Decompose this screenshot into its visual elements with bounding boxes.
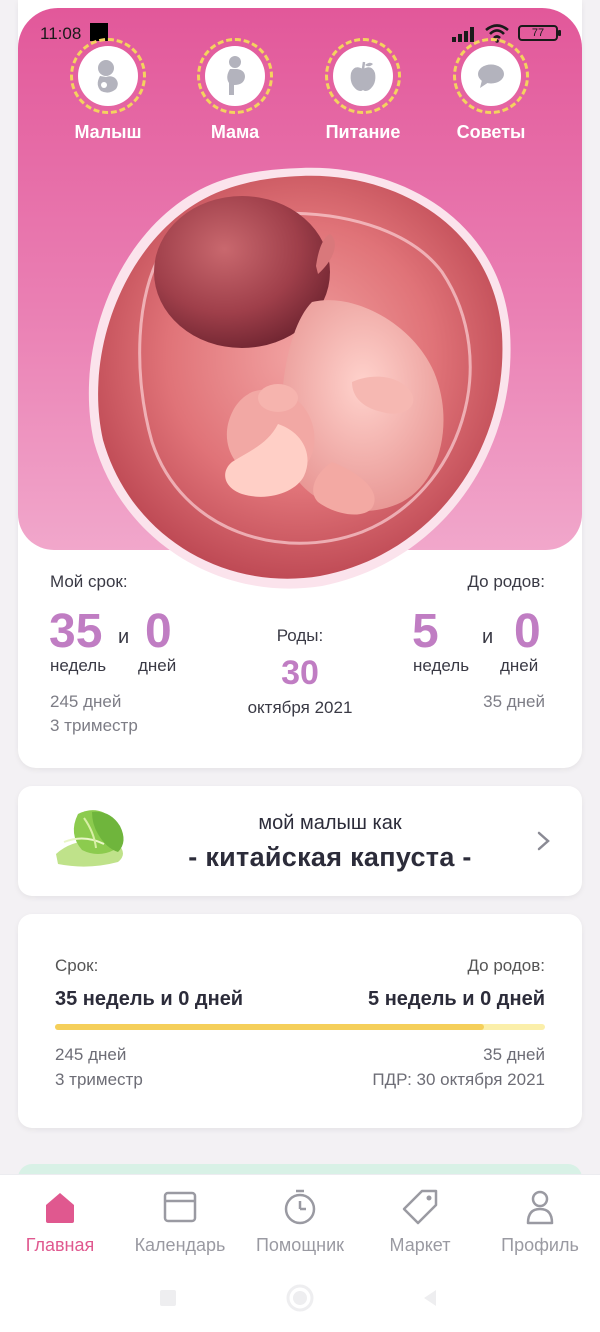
timer-icon	[284, 1189, 316, 1225]
tab-label: Помощник	[255, 1235, 344, 1255]
fetus-illustration	[82, 162, 520, 594]
pregnancy-progress-bar	[55, 1024, 545, 1030]
due-date: ПДР: 30 октября 2021	[372, 1070, 545, 1089]
top-nav-label: Малыш	[74, 122, 142, 142]
back-icon[interactable]	[420, 1288, 440, 1308]
tab-label: Календарь	[134, 1235, 226, 1255]
baby-icon	[97, 60, 118, 93]
term-label: Срок:	[55, 956, 99, 975]
top-nav-label: Мама	[210, 122, 260, 142]
size-comparison-prefix: мой малыш как	[258, 812, 402, 834]
profile-icon	[526, 1190, 554, 1225]
tab-home[interactable]: Главная	[0, 1187, 120, 1256]
recent-apps-icon[interactable]	[158, 1288, 178, 1308]
calendar-icon	[163, 1191, 197, 1223]
progress-trimester: 3 триместр	[55, 1070, 143, 1089]
chat-bubble-icon	[478, 64, 504, 88]
top-nav-baby[interactable]: Малыш	[48, 38, 168, 143]
pregnancy-progress-card: Срок: 35 недель и 0 дней До родов: 5 нед…	[18, 914, 582, 1128]
bottom-tab-bar: Главная Календарь Помощник Маркет Профил…	[0, 1174, 600, 1270]
top-nav-label: Питание	[325, 122, 401, 142]
left-days-number: 0	[514, 605, 541, 658]
home-button-icon[interactable]	[286, 1284, 314, 1312]
top-nav-label: Советы	[456, 122, 526, 142]
tab-profile[interactable]: Профиль	[480, 1187, 600, 1256]
chevron-right-icon	[537, 831, 550, 851]
birth-label: Роды:	[276, 626, 324, 645]
baby-size-card[interactable]: мой малыш как - китайская капуста -	[18, 786, 582, 896]
tab-calendar[interactable]: Календарь	[120, 1187, 240, 1256]
size-comparison-name: - китайская капуста -	[188, 842, 472, 872]
top-nav-mom[interactable]: Мама	[175, 38, 295, 143]
progress-days: 245 дней	[55, 1045, 127, 1064]
apple-icon	[350, 61, 376, 91]
top-nav-nutrition[interactable]: Питание	[303, 38, 423, 143]
tab-label: Профиль	[501, 1235, 579, 1255]
left-total-days: 35 дней	[483, 692, 545, 711]
tab-assistant[interactable]: Помощник	[240, 1187, 360, 1256]
until-label: До родов:	[467, 956, 545, 975]
progress-fill	[55, 1024, 484, 1030]
top-nav-tips[interactable]: Советы	[431, 38, 551, 143]
and-word: и	[482, 626, 494, 648]
my-term-label: Мой срок:	[50, 572, 128, 591]
system-navigation-bar	[0, 1270, 600, 1332]
pregnant-mom-icon	[227, 56, 245, 95]
until-birth-label: До родов:	[467, 572, 545, 591]
left-weeks-number: 5	[412, 605, 439, 658]
tab-market[interactable]: Маркет	[360, 1187, 480, 1256]
top-navigation: Малыш Мама Питание Советы	[18, 38, 582, 148]
home-icon	[46, 1193, 74, 1223]
until-value: 5 недель и 0 дней	[368, 988, 545, 1010]
progress-days-left: 35 дней	[483, 1045, 545, 1064]
tab-label: Главная	[25, 1235, 95, 1255]
term-value: 35 недель и 0 дней	[55, 988, 244, 1010]
weeks-unit: недель	[413, 656, 470, 675]
tab-label: Маркет	[389, 1235, 451, 1255]
days-unit: дней	[500, 656, 539, 675]
tag-icon	[402, 1189, 438, 1225]
